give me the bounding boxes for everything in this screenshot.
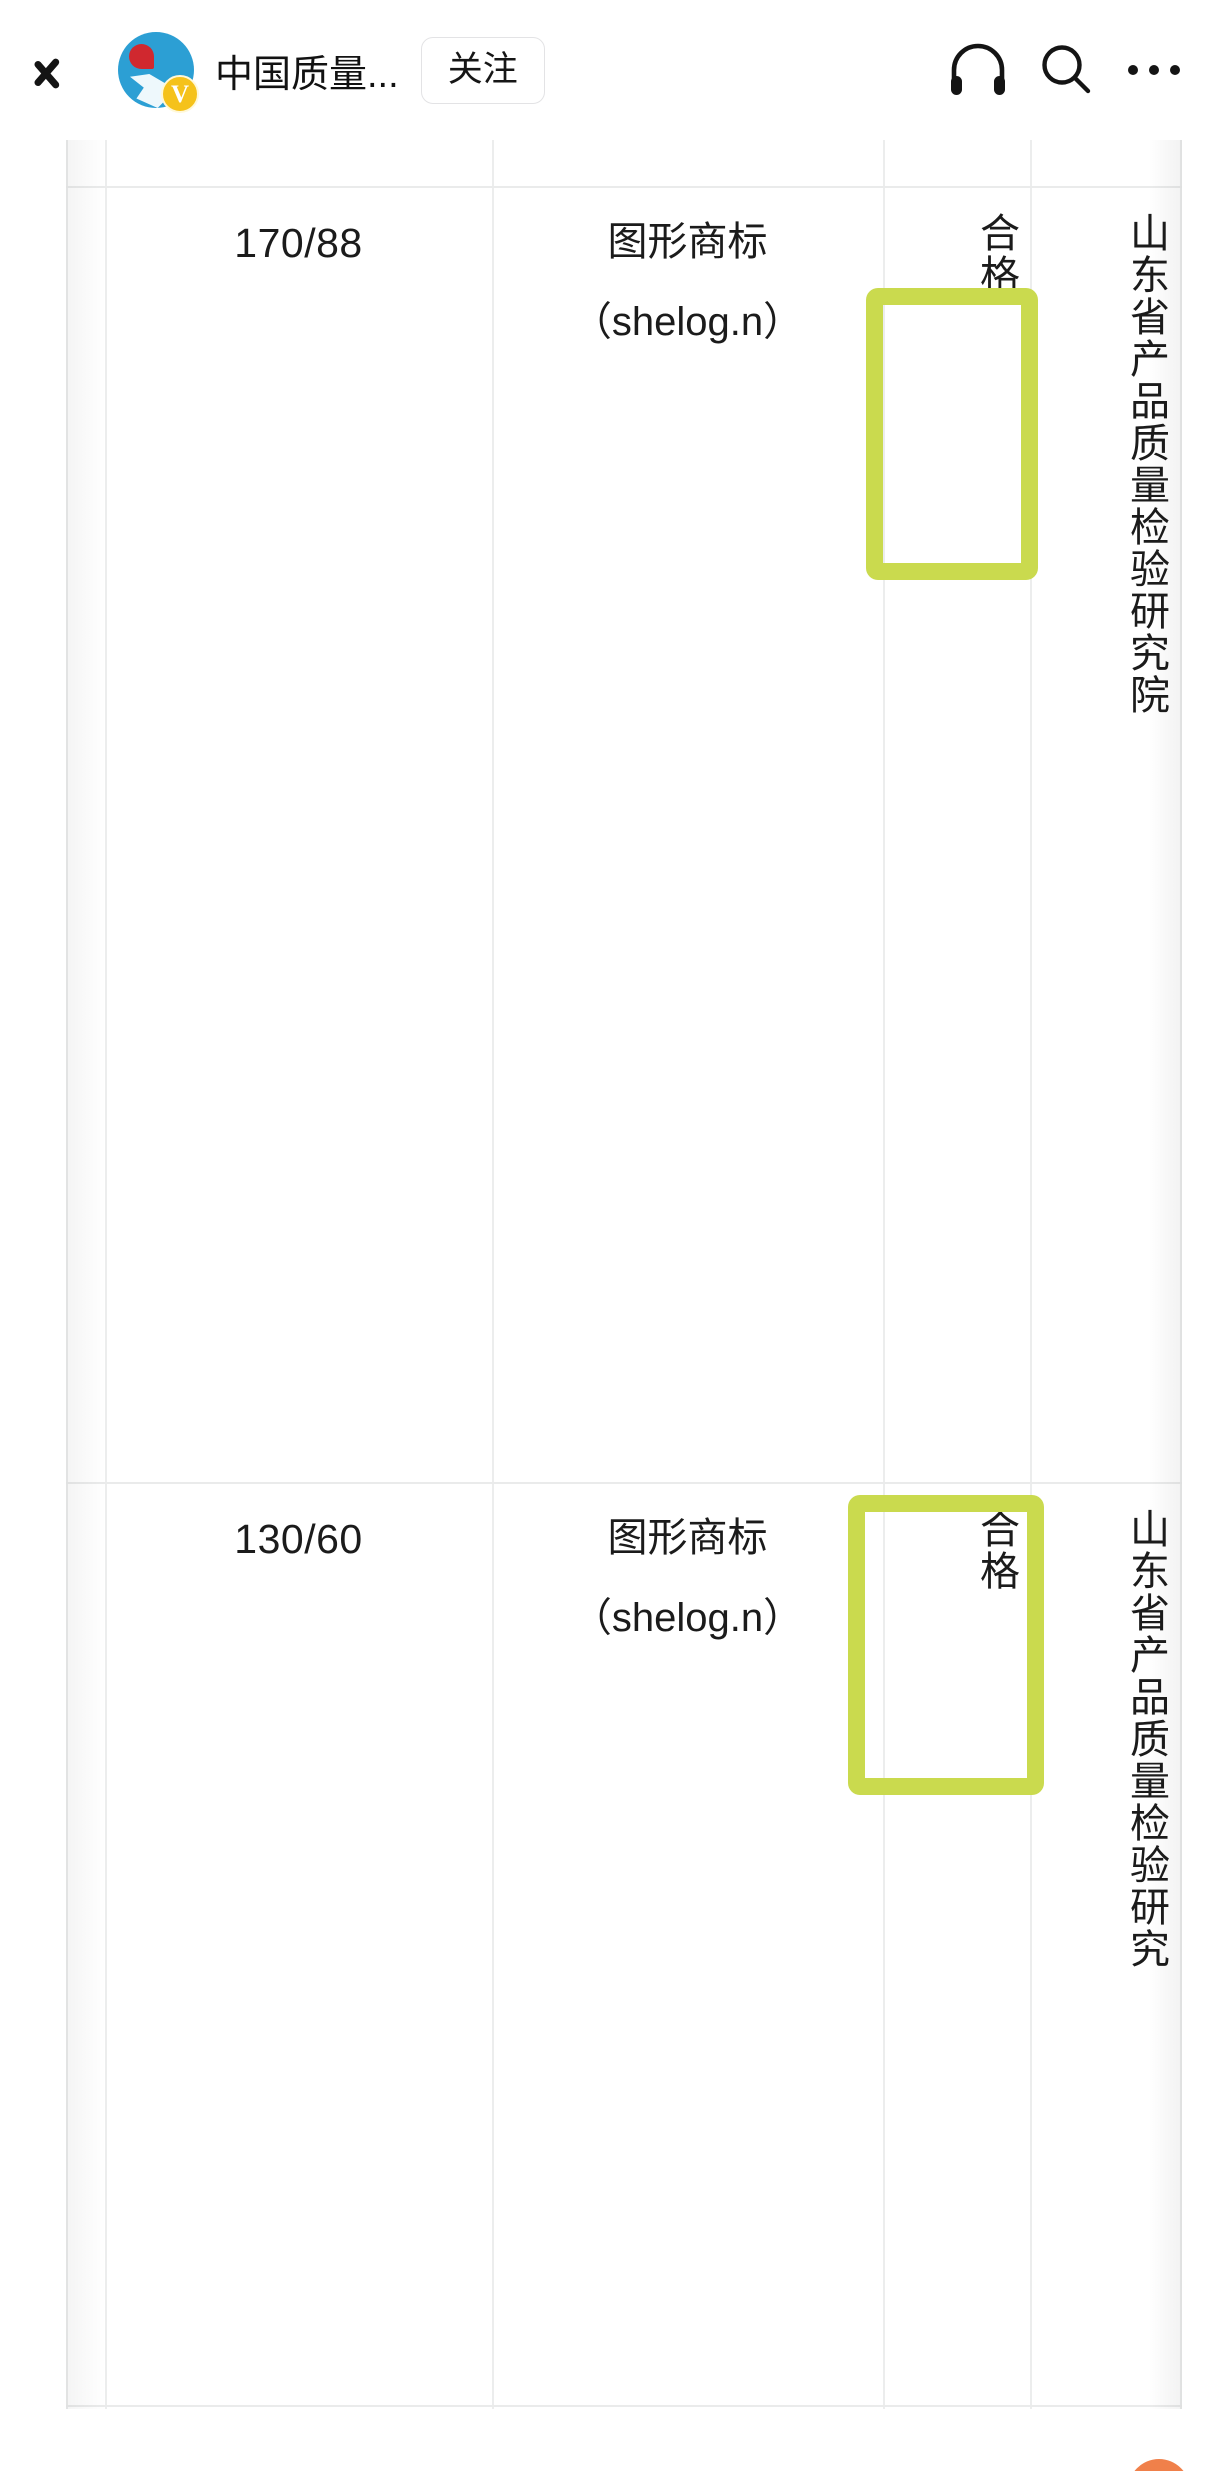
verified-badge-icon: V [161,75,199,113]
table-cell-trademark-line1: 图形商标 [607,1516,768,1560]
table-cell-result: 合格 [974,212,1018,296]
column-divider [66,140,68,2409]
highlight-box-result-1 [866,288,1038,580]
table-cell-trademark-line2: （shelog.n） [571,1596,804,1640]
more-options-icon [1128,65,1180,75]
back-button[interactable] [34,25,108,115]
table-cell-size: 170/88 [234,220,363,266]
headphones-icon [951,43,1005,95]
table-cell-trademark-line2: （shelog.n） [571,300,804,344]
table-cell-size: 130/60 [234,1516,363,1562]
follow-button[interactable]: 关注 [420,36,545,104]
column-divider [492,140,494,2409]
table-scroll-container[interactable]: 院 170/88 图形商标 （shelog.n） 合格 山东省产品质量检验研究院… [0,140,1224,2409]
row-divider [66,1482,1182,1484]
table-cell-result: 合格 [974,1508,1018,1592]
inspection-results-table: 院 170/88 图形商标 （shelog.n） 合格 山东省产品质量检验研究院… [0,140,1224,2409]
table-cell-institution: 院 [1030,140,1180,186]
row-divider [66,2405,1182,2407]
table-cell-institution: 山东省产品质量检验研究 [1124,1508,1168,1970]
search-icon [1042,45,1091,94]
row-divider [66,186,1182,188]
back-chevron-icon [54,40,88,100]
account-name[interactable]: 中国质量... [215,43,399,98]
table-cell-trademark-line1: 图形商标 [607,220,768,264]
table-cell-institution: 山东省产品质量检验研究院 [1124,212,1168,716]
bottom-bar [0,2409,1224,2471]
frozen-column-shadow [66,140,106,2409]
app-screen: V 中国质量... 关注 170/88 图形商标 （shelog.n） 合格 山… [0,0,1224,2471]
top-navigation-bar: V 中国质量... 关注 [0,0,1224,140]
more-options-button[interactable] [1110,26,1198,114]
column-divider [883,140,885,2409]
avatar[interactable]: V [114,28,199,113]
column-divider [105,140,107,2409]
column-divider [1180,140,1182,2409]
headphones-button[interactable] [934,26,1022,114]
search-button[interactable] [1022,26,1110,114]
avatar-red-mark [129,44,154,69]
